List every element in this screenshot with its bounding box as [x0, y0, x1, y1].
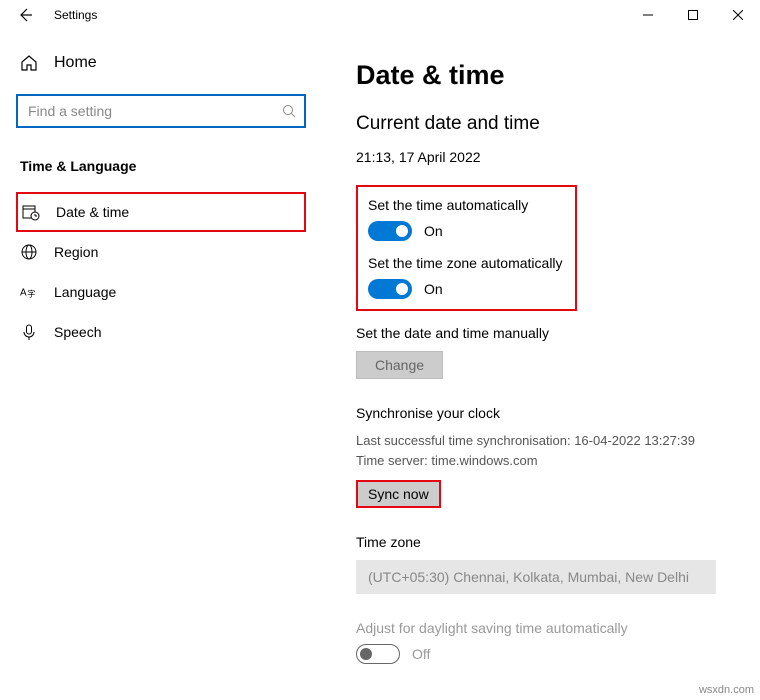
sidebar-item-speech[interactable]: Speech — [16, 312, 306, 352]
svg-text:字: 字 — [27, 289, 35, 299]
sidebar-item-region[interactable]: Region — [16, 232, 306, 272]
language-icon: A字 — [20, 283, 38, 301]
search-input[interactable]: Find a setting — [16, 94, 306, 128]
window-title: Settings — [54, 8, 97, 22]
current-datetime: 21:13, 17 April 2022 — [356, 149, 726, 165]
auto-tz-toggle[interactable] — [368, 279, 412, 299]
dst-label: Adjust for daylight saving time automati… — [356, 620, 726, 636]
sidebar-item-label: Speech — [54, 324, 101, 340]
page-title: Date & time — [356, 60, 726, 91]
tz-header: Time zone — [356, 534, 726, 550]
maximize-button[interactable] — [670, 0, 715, 30]
back-button[interactable] — [14, 4, 36, 26]
globe-icon — [20, 243, 38, 261]
sidebar-item-language[interactable]: A字 Language — [16, 272, 306, 312]
auto-tz-label: Set the time zone automatically — [368, 255, 563, 271]
sidebar-item-label: Language — [54, 284, 116, 300]
close-button[interactable] — [715, 0, 760, 30]
change-button[interactable]: Change — [356, 351, 443, 379]
timezone-select[interactable]: (UTC+05:30) Chennai, Kolkata, Mumbai, Ne… — [356, 560, 716, 594]
titlebar: Settings — [0, 0, 760, 30]
auto-time-label: Set the time automatically — [368, 197, 563, 213]
dst-toggle[interactable] — [356, 644, 400, 664]
sync-server: Time server: time.windows.com — [356, 451, 726, 471]
home-label: Home — [54, 54, 97, 72]
sidebar-section-header: Time & Language — [16, 158, 306, 174]
home-icon — [20, 54, 38, 72]
highlighted-auto-settings: Set the time automatically On Set the ti… — [356, 185, 577, 311]
sidebar: Home Find a setting Time & Language Date… — [0, 30, 322, 700]
sidebar-item-label: Date & time — [56, 204, 129, 220]
auto-time-state: On — [424, 223, 443, 239]
search-placeholder: Find a setting — [28, 103, 282, 119]
dst-state: Off — [412, 646, 430, 662]
auto-time-toggle[interactable] — [368, 221, 412, 241]
sidebar-item-date-time[interactable]: Date & time — [16, 192, 306, 232]
search-icon — [282, 104, 296, 118]
sidebar-item-label: Region — [54, 244, 98, 260]
home-nav[interactable]: Home — [16, 44, 306, 82]
manual-label: Set the date and time manually — [356, 325, 726, 341]
sync-last: Last successful time synchronisation: 16… — [356, 431, 726, 451]
watermark: wsxdn.com — [699, 684, 754, 696]
section-subtitle: Current date and time — [356, 113, 726, 135]
auto-tz-state: On — [424, 281, 443, 297]
minimize-button[interactable] — [625, 0, 670, 30]
calendar-clock-icon — [22, 203, 40, 221]
content-panel: Date & time Current date and time 21:13,… — [322, 30, 760, 700]
sync-now-button[interactable]: Sync now — [356, 480, 441, 508]
sync-header: Synchronise your clock — [356, 405, 726, 421]
microphone-icon — [20, 323, 38, 341]
svg-text:A: A — [20, 288, 27, 299]
